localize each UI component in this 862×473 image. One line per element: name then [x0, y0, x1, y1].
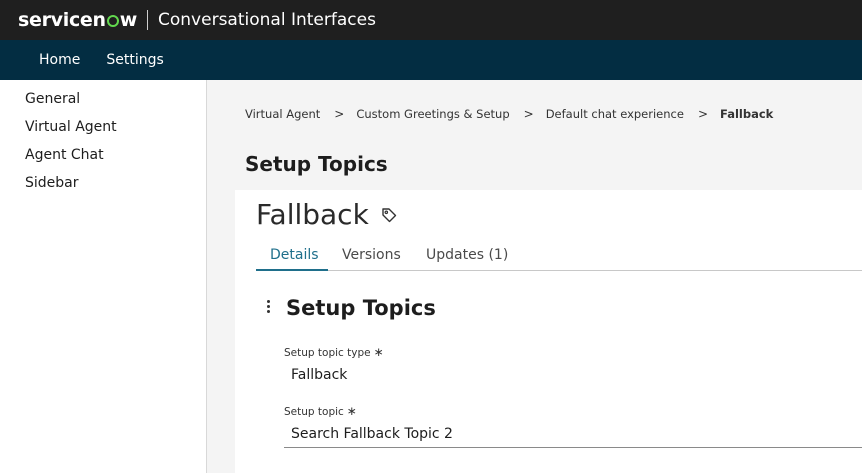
setup-topic-type-label: Setup topic type ∗ — [284, 345, 384, 359]
page-title: Setup Topics — [245, 152, 388, 176]
breadcrumb-virtual-agent[interactable]: Virtual Agent — [245, 107, 320, 121]
sidebar-item-general[interactable]: General — [25, 91, 80, 107]
setup-topic-type-label-text: Setup topic type — [284, 347, 371, 359]
logo-text-end: w — [119, 9, 138, 31]
record-title: Fallback — [256, 198, 369, 231]
top-header-bar: servicen w Conversational Interfaces — [0, 0, 862, 40]
logo-o-mark — [106, 15, 119, 27]
main-nav-bar: Home Settings — [0, 40, 862, 80]
nav-home[interactable]: Home — [39, 52, 80, 68]
record-tabs: Details Versions Updates (1) — [256, 245, 862, 271]
active-tab-indicator — [256, 269, 328, 271]
more-options-icon[interactable] — [265, 300, 273, 314]
sidebar: General Virtual Agent Agent Chat Sidebar — [0, 80, 207, 473]
tab-details[interactable]: Details — [270, 247, 319, 263]
section-title: Setup Topics — [286, 296, 436, 320]
logo-text-start: servicen — [18, 9, 106, 31]
breadcrumb: Virtual Agent > Custom Greetings & Setup… — [245, 107, 773, 121]
main-content: Virtual Agent > Custom Greetings & Setup… — [207, 80, 862, 473]
required-asterisk-icon: ∗ — [373, 345, 384, 359]
breadcrumb-custom-greetings[interactable]: Custom Greetings & Setup — [356, 107, 509, 121]
sidebar-item-virtual-agent[interactable]: Virtual Agent — [25, 119, 117, 135]
setup-topic-label: Setup topic ∗ — [284, 404, 357, 418]
header-divider — [147, 10, 149, 30]
record-card: Fallback Details Versions Updates (1) Se… — [235, 190, 862, 473]
breadcrumb-current: Fallback — [720, 107, 774, 121]
servicenow-logo[interactable]: servicen w — [18, 9, 137, 31]
app-title: Conversational Interfaces — [158, 10, 376, 30]
breadcrumb-chevron-icon: > — [334, 107, 345, 121]
breadcrumb-default-chat[interactable]: Default chat experience — [546, 107, 684, 121]
setup-topic-label-text: Setup topic — [284, 406, 344, 418]
sidebar-item-sidebar[interactable]: Sidebar — [25, 175, 79, 191]
nav-settings[interactable]: Settings — [106, 52, 163, 68]
sidebar-item-agent-chat[interactable]: Agent Chat — [25, 147, 104, 163]
setup-topic-type-field[interactable]: Fallback — [291, 367, 347, 383]
tab-updates[interactable]: Updates (1) — [426, 247, 508, 263]
tab-versions[interactable]: Versions — [342, 247, 401, 263]
breadcrumb-chevron-icon: > — [697, 107, 709, 121]
setup-topic-field-underline — [284, 447, 862, 448]
required-asterisk-icon: ∗ — [346, 404, 357, 418]
breadcrumb-chevron-icon: > — [523, 107, 534, 121]
setup-topic-field[interactable]: Search Fallback Topic 2 — [291, 426, 453, 442]
tag-icon[interactable] — [381, 207, 397, 223]
